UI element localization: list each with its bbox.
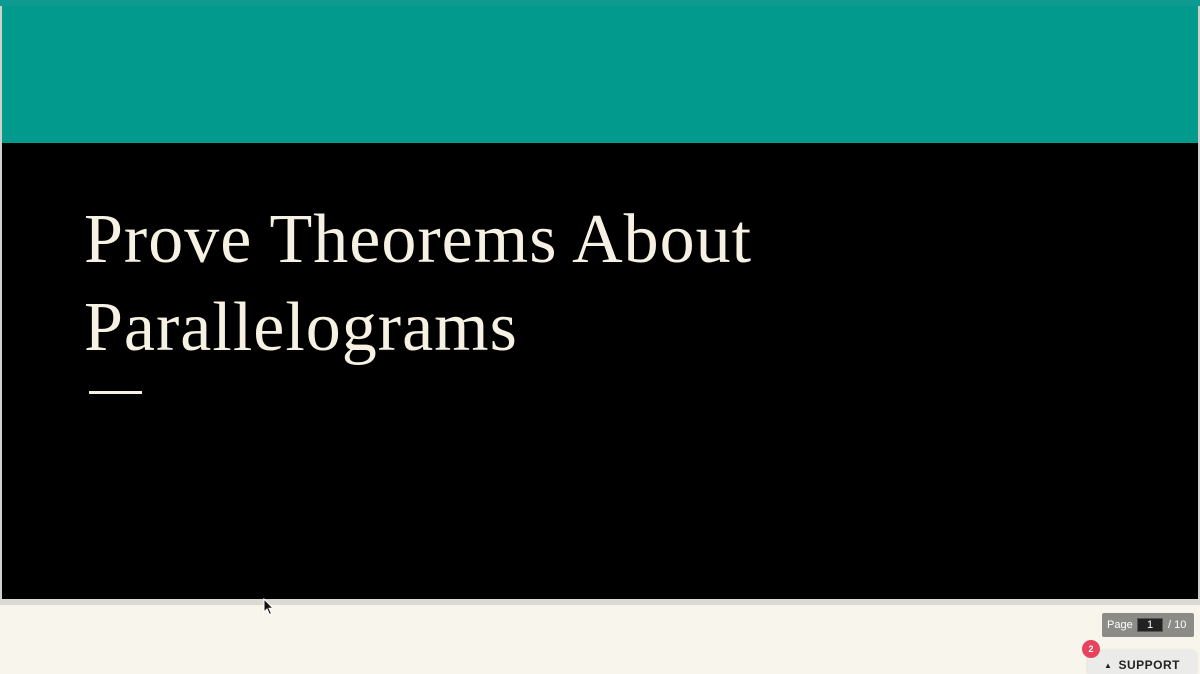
page-number-input[interactable] (1137, 618, 1163, 632)
page-navigator: Page / 10 (1102, 613, 1194, 637)
presentation-viewer: Prove Theorems About Parallelograms Page… (0, 0, 1200, 674)
notification-badge[interactable]: 2 (1082, 640, 1100, 658)
slide-bottom-divider (0, 599, 1200, 605)
slide: Prove Theorems About Parallelograms (2, 6, 1198, 599)
slide-title: Prove Theorems About Parallelograms (84, 196, 984, 372)
support-button[interactable]: ▲ SUPPORT (1088, 651, 1196, 674)
page-label: Page (1107, 619, 1133, 631)
slide-title-line-2: Parallelograms (84, 289, 518, 366)
slide-header-band (2, 6, 1198, 143)
support-label: SUPPORT (1118, 658, 1180, 672)
mouse-pointer-icon (263, 598, 275, 616)
slide-title-line-1: Prove Theorems About (84, 201, 753, 278)
caret-up-icon: ▲ (1104, 661, 1113, 670)
title-underline-rule (89, 391, 142, 394)
page-total: / 10 (1168, 619, 1187, 631)
